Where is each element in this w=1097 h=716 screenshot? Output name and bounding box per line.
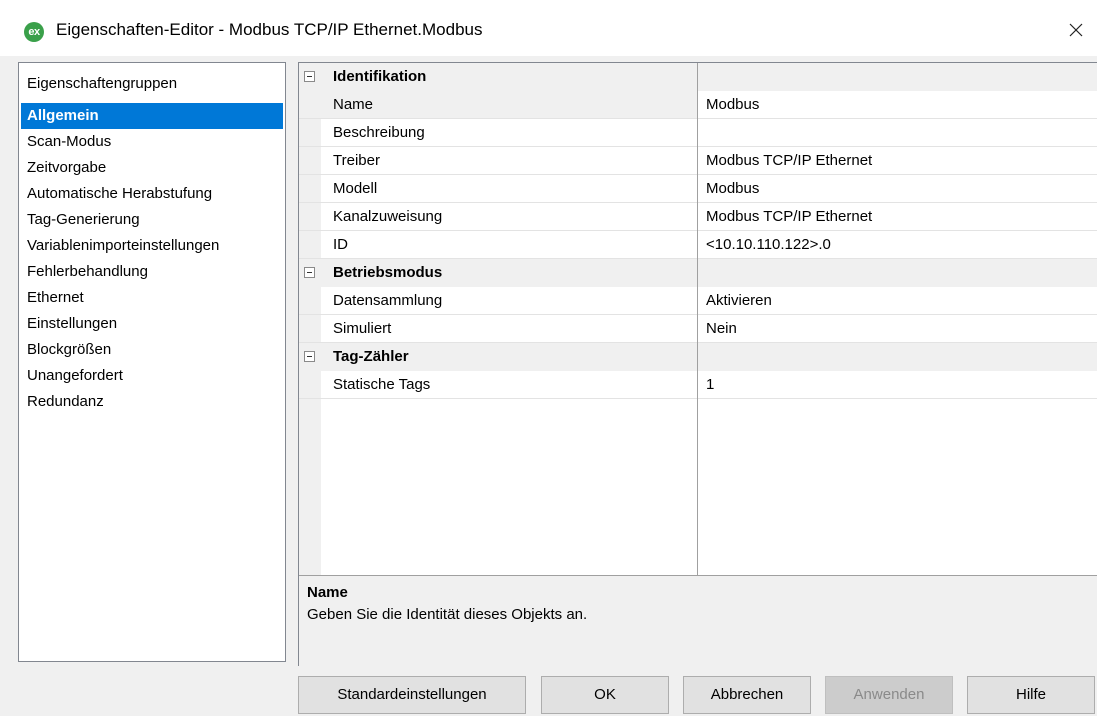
title-bar: ex Eigenschaften-Editor - Modbus TCP/IP … [0,0,1097,56]
group-item-ethernet[interactable]: Ethernet [21,285,283,311]
property-groups-header: Eigenschaftengruppen [27,75,178,92]
group-item-redundanz[interactable]: Redundanz [21,389,283,415]
close-button[interactable] [1060,14,1092,46]
property-name: Kanalzuweisung [333,208,443,225]
property-groups-list: Allgemein Scan-Modus Zeitvorgabe Automat… [21,103,283,415]
property-row-statische-tags[interactable]: Statische Tags 1 [299,371,1097,399]
property-row-id[interactable]: ID <10.10.110.122>.0 [299,231,1097,259]
property-row-beschreibung[interactable]: Beschreibung [299,119,1097,147]
category-label: Tag-Zähler [333,348,409,365]
property-row-simuliert[interactable]: Simuliert Nein [299,315,1097,343]
property-value[interactable]: Modbus TCP/IP Ethernet [706,152,872,169]
category-betriebsmodus[interactable]: Betriebsmodus [299,259,1097,287]
group-item-scan-modus[interactable]: Scan-Modus [21,129,283,155]
group-item-fehlerbehandlung[interactable]: Fehlerbehandlung [21,259,283,285]
property-row-treiber[interactable]: Treiber Modbus TCP/IP Ethernet [299,147,1097,175]
description-panel: Name Geben Sie die Identität dieses Obje… [299,575,1097,667]
property-grid-panel: Identifikation Name Modbus Beschreibung … [298,62,1097,667]
property-value[interactable]: Modbus [706,180,759,197]
group-item-blockgroessen[interactable]: Blockgrößen [21,337,283,363]
property-value[interactable]: <10.10.110.122>.0 [706,236,831,253]
property-name: ID [333,236,348,253]
property-value[interactable]: Modbus TCP/IP Ethernet [706,208,872,225]
property-row-modell[interactable]: Modell Modbus [299,175,1097,203]
property-name: Modell [333,180,378,197]
property-name: Statische Tags [333,376,431,393]
description-title: Name [307,584,348,601]
group-item-automatische-herabstufung[interactable]: Automatische Herabstufung [21,181,283,207]
category-identifikation[interactable]: Identifikation [299,63,1097,91]
property-value[interactable]: Aktivieren [706,292,772,309]
collapse-icon[interactable] [304,71,315,82]
ok-button[interactable]: OK [541,676,669,714]
property-name: Treiber [333,152,380,169]
property-value[interactable]: Modbus [706,96,759,113]
property-value[interactable]: 1 [706,376,714,393]
property-row-kanalzuweisung[interactable]: Kanalzuweisung Modbus TCP/IP Ethernet [299,203,1097,231]
category-label: Betriebsmodus [333,264,443,281]
property-row-name[interactable]: Name Modbus [299,91,1097,119]
apply-button[interactable]: Anwenden [825,676,953,714]
property-groups-panel: Eigenschaftengruppen Allgemein Scan-Modu… [18,62,286,662]
property-row-datensammlung[interactable]: Datensammlung Aktivieren [299,287,1097,315]
collapse-icon[interactable] [304,351,315,362]
property-name: Simuliert [333,320,392,337]
property-grid: Identifikation Name Modbus Beschreibung … [299,63,1097,575]
category-label: Identifikation [333,68,427,85]
description-text: Geben Sie die Identität dieses Objekts a… [307,606,588,623]
property-name: Datensammlung [333,292,443,309]
app-logo-icon: ex [24,22,44,42]
defaults-button[interactable]: Standardeinstellungen [298,676,526,714]
close-icon [1069,23,1083,37]
cancel-button[interactable]: Abbrechen [683,676,811,714]
category-tag-zaehler[interactable]: Tag-Zähler [299,343,1097,371]
property-name: Name [333,96,374,113]
group-item-tag-generierung[interactable]: Tag-Generierung [21,207,283,233]
group-item-variablenimporteinstellungen[interactable]: Variablenimporteinstellungen [21,233,283,259]
group-item-einstellungen[interactable]: Einstellungen [21,311,283,337]
property-value[interactable]: Nein [706,320,737,337]
help-button[interactable]: Hilfe [967,676,1095,714]
column-divider[interactable] [697,63,698,575]
collapse-icon[interactable] [304,267,315,278]
window-title: Eigenschaften-Editor - Modbus TCP/IP Eth… [56,20,483,39]
group-item-allgemein[interactable]: Allgemein [21,103,283,129]
property-name: Beschreibung [333,124,425,141]
group-item-zeitvorgabe[interactable]: Zeitvorgabe [21,155,283,181]
group-item-unangefordert[interactable]: Unangefordert [21,363,283,389]
